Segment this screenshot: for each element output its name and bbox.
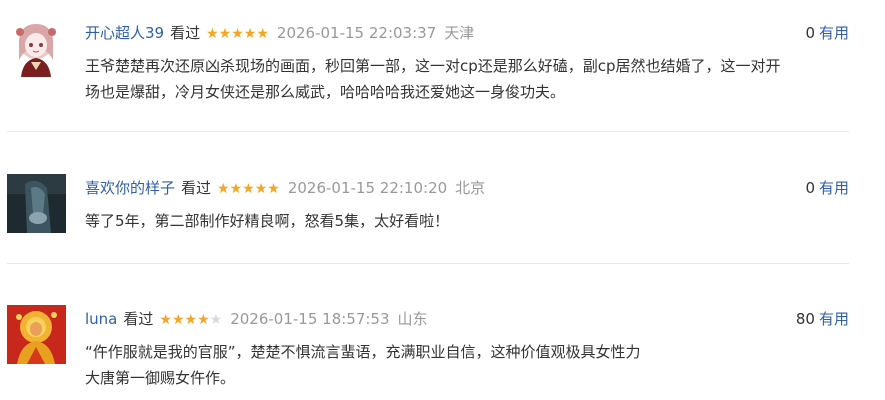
divider bbox=[7, 263, 849, 264]
useful-count: 0 bbox=[805, 179, 815, 197]
comment-text-line: 等了5年，第二部制作好精良啊，怒看5集，太好看啦！ bbox=[85, 212, 450, 230]
dark-photo-avatar-image bbox=[7, 174, 66, 233]
golden-figure-avatar-image bbox=[7, 305, 66, 364]
useful-button[interactable]: 有用 bbox=[819, 24, 849, 42]
comment-content: 王爷楚楚再次还原凶杀现场的画面，秒回第一部，这一对cp还是那么好磕，副cp居然也… bbox=[85, 53, 855, 105]
star-filled-icon: ★ bbox=[229, 181, 243, 197]
star-empty-icon: ★ bbox=[209, 312, 223, 328]
useful-button[interactable]: 有用 bbox=[819, 179, 849, 197]
useful-button[interactable]: 有用 bbox=[819, 310, 849, 328]
watched-label: 看过 bbox=[170, 24, 201, 42]
star-filled-icon: ★ bbox=[254, 181, 268, 197]
watched-label: 看过 bbox=[123, 310, 154, 328]
comment-text-line: 王爷楚楚再次还原凶杀现场的画面，秒回第一部，这一对cp还是那么好磕，副cp居然也… bbox=[85, 57, 781, 75]
star-filled-icon: ★ bbox=[256, 26, 269, 42]
username-link[interactable]: 喜欢你的样子 bbox=[85, 179, 175, 197]
comment-timestamp: 2026-01-15 22:03:37 bbox=[276, 24, 437, 42]
star-filled-icon: ★ bbox=[231, 26, 244, 42]
rating-stars: ★★★★★ bbox=[217, 178, 280, 200]
comment-text-line: 场也是爆甜，冷月女侠还是那么威武，哈哈哈哈我还爱她这一身俊功夫。 bbox=[85, 83, 566, 101]
comment-header: luna 看过 ★★★★★ 2026-01-15 18:57:53 山东 bbox=[85, 308, 428, 330]
comment-location: 山东 bbox=[397, 310, 428, 328]
comment-list: 开心超人39 看过 ★★★★★ 2026-01-15 22:03:37 天津 0 有用 王… bbox=[0, 0, 885, 400]
username-link[interactable]: 开心超人39 bbox=[85, 24, 164, 42]
rating-stars: ★★★★★ bbox=[206, 23, 269, 45]
comment-timestamp: 2026-01-15 18:57:53 bbox=[230, 310, 390, 328]
star-filled-icon: ★ bbox=[206, 26, 219, 42]
star-filled-icon: ★ bbox=[184, 312, 198, 328]
avatar[interactable] bbox=[7, 305, 66, 364]
useful-count: 80 bbox=[795, 310, 815, 328]
useful-count: 0 bbox=[805, 24, 815, 42]
star-filled-icon: ★ bbox=[217, 181, 230, 197]
useful-vote: 80 有用 bbox=[796, 308, 849, 330]
useful-vote: 0 有用 bbox=[805, 177, 849, 199]
comment-location: 天津 bbox=[444, 24, 475, 42]
comment-text-line: 大唐第一御赐女仵作。 bbox=[85, 369, 236, 387]
comment-location: 北京 bbox=[455, 179, 486, 197]
star-filled-icon: ★ bbox=[197, 312, 210, 328]
comment-content: 等了5年，第二部制作好精良啊，怒看5集，太好看啦！ bbox=[85, 208, 855, 234]
star-filled-icon: ★ bbox=[218, 26, 232, 42]
comment-timestamp: 2026-01-15 22:10:20 bbox=[287, 179, 448, 197]
useful-vote: 0 有用 bbox=[805, 22, 849, 44]
comment-header: 喜欢你的样子 看过 ★★★★★ 2026-01-15 22:10:20 北京 bbox=[85, 177, 485, 199]
anime-girl-avatar-image bbox=[7, 18, 66, 77]
star-filled-icon: ★ bbox=[159, 312, 172, 328]
divider bbox=[7, 131, 849, 132]
star-filled-icon: ★ bbox=[242, 181, 255, 197]
username-link[interactable]: luna bbox=[85, 310, 117, 328]
star-filled-icon: ★ bbox=[267, 181, 280, 197]
avatar[interactable] bbox=[7, 174, 66, 233]
comment-header: 开心超人39 看过 ★★★★★ 2026-01-15 22:03:37 天津 bbox=[85, 22, 474, 44]
watched-label: 看过 bbox=[181, 179, 212, 197]
star-filled-icon: ★ bbox=[243, 26, 257, 42]
star-filled-icon: ★ bbox=[171, 312, 185, 328]
text-fade-overlay bbox=[670, 338, 885, 364]
rating-stars: ★★★★★ bbox=[159, 309, 222, 331]
avatar[interactable] bbox=[7, 18, 66, 77]
